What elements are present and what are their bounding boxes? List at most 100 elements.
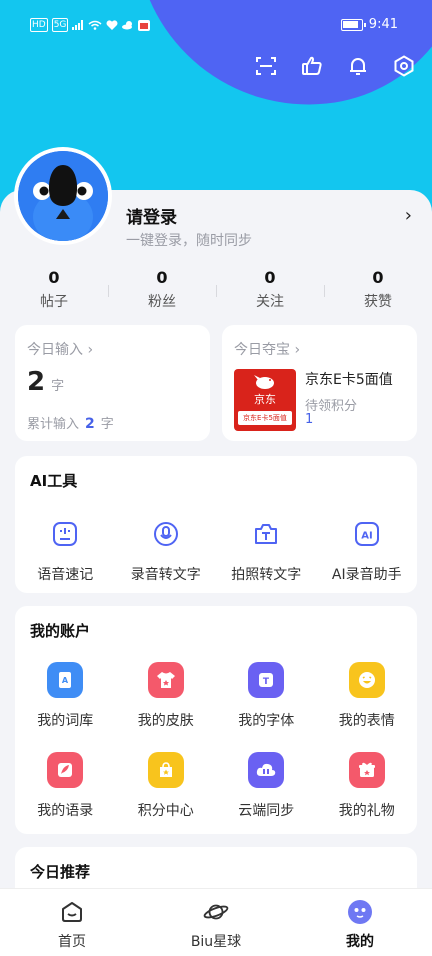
today-input-title: 今日输入 › [27,342,94,358]
points-icon [147,752,184,788]
account-cloud-sync[interactable]: 云端同步 [216,752,317,820]
tab-me[interactable]: 我的 [288,889,432,956]
login-prompt[interactable]: 请登录 [126,203,177,228]
tab-biu-planet[interactable]: Biu星球 [144,889,288,956]
gift-icon [348,752,385,788]
ai-tool-label: 拍照转文字 [231,567,302,583]
scan-icon[interactable] [254,54,278,78]
stat-following[interactable]: 0 关注 [216,268,324,318]
jd-brand: 京东 [254,393,276,406]
like-icon[interactable] [300,54,324,78]
treasure-points: 1 [305,412,314,427]
account-font[interactable]: T 我的字体 [216,662,317,730]
stat-fans[interactable]: 0 粉丝 [108,268,216,318]
lexicon-icon: A [47,662,84,698]
quotes-icon [47,752,84,788]
account-lexicon[interactable]: A 我的词库 [15,662,116,730]
ai-tool-label: 语音速记 [37,567,94,583]
account-label: 我的礼物 [338,803,395,819]
emoji-icon [348,662,385,698]
stat-label: 获赞 [364,294,392,310]
account-label: 我的皮肤 [137,713,194,729]
photo-to-text-icon [248,516,284,552]
stat-label: 粉丝 [148,294,176,310]
tab-label: Biu星球 [190,934,242,950]
account-label: 我的字体 [238,713,295,729]
ai-tool-record-to-text[interactable]: 录音转文字 [116,516,217,584]
ai-recorder-icon: AI [349,516,385,552]
account-skin[interactable]: 我的皮肤 [116,662,217,730]
recommend-title: 今日推荐 [30,863,91,881]
weather-icon [122,21,133,30]
status-time: 9:41 [368,17,398,32]
account-card: 我的账户 A 我的词库 我的皮肤 T 我的字体 我的表情 我的语录 积分中心 云… [15,606,417,834]
ai-tools-card: AI工具 语音速记 录音转文字 拍照转文字 AI AI录音助手 [15,456,417,593]
tab-home[interactable]: 首页 [0,889,144,956]
total-input-value: 2 [85,416,95,432]
stat-value: 0 [372,268,384,287]
battery-icon [340,18,366,31]
planet-icon [203,899,229,925]
signal-icon [72,20,84,30]
svg-text:T: T [263,677,270,687]
today-input-count: 2 [27,367,46,397]
ai-tool-label: 录音转文字 [130,567,201,583]
settings-icon[interactable] [392,54,416,78]
total-input-unit: 字 [100,417,114,432]
me-icon [347,899,373,925]
account-label: 积分中心 [137,803,194,819]
stat-posts[interactable]: 0 帖子 [0,268,108,318]
jd-card-image: 京东 京东E卡5面值 [234,369,296,431]
stat-value: 0 [156,268,168,287]
stat-value: 0 [48,268,60,287]
network-indicator: 5G [51,18,69,32]
account-label: 云端同步 [238,803,295,819]
chevron-right-icon[interactable]: › [405,205,412,226]
bird-mascot-icon [18,151,108,241]
jd-card-label: 京东E卡5面值 [238,411,292,425]
ai-tool-voice-note[interactable]: 语音速记 [15,516,116,584]
account-quotes[interactable]: 我的语录 [15,752,116,820]
bell-icon[interactable] [346,54,370,78]
cloud-sync-icon [248,752,285,788]
today-input-card[interactable]: 今日输入 › 2 字 累计输入 2 字 [15,325,210,441]
hd-indicator: HD [30,18,48,32]
avatar[interactable] [14,147,112,245]
tab-label: 我的 [346,934,374,950]
stat-likes[interactable]: 0 获赞 [324,268,432,318]
account-label: 我的语录 [37,803,94,819]
account-title: 我的账户 [30,622,91,640]
ai-tool-photo-to-text[interactable]: 拍照转文字 [216,516,317,584]
stat-label: 关注 [256,294,284,310]
ai-tool-ai-recorder[interactable]: AI AI录音助手 [317,516,418,584]
notification-badge-icon [138,19,151,31]
account-label: 我的表情 [338,713,395,729]
bottom-tab-bar: 首页 Biu星球 我的 [0,888,432,956]
record-to-text-icon [148,516,184,552]
heart-icon [106,20,118,30]
status-bar: HD 5G 9:41 [0,12,432,40]
font-icon: T [248,662,285,698]
treasure-product: 京东E卡5面值 [305,372,393,388]
voice-note-icon [47,516,83,552]
stats-row: 0 帖子 0 粉丝 0 关注 0 获赞 [0,268,432,318]
home-icon [59,899,85,925]
wifi-icon [88,20,102,30]
today-treasure-title: 今日夺宝 › [234,342,301,358]
login-subtitle: 一键登录，随时同步 [126,233,252,249]
stat-label: 帖子 [40,294,68,310]
skin-icon [147,662,184,698]
account-emoji[interactable]: 我的表情 [317,662,418,730]
header-actions [254,54,416,78]
today-input-unit: 字 [51,379,65,394]
today-treasure-card[interactable]: 今日夺宝 › 京东 京东E卡5面值 京东E卡5面值 待领积分 1 [222,325,417,441]
tab-label: 首页 [58,934,86,950]
account-gift[interactable]: 我的礼物 [317,752,418,820]
total-input-label: 累计输入 [27,417,80,432]
account-points[interactable]: 积分中心 [116,752,217,820]
stat-value: 0 [264,268,276,287]
ai-tool-label: AI录音助手 [331,567,402,583]
svg-text:A: A [62,676,69,685]
ai-tools-title: AI工具 [30,472,78,490]
svg-text:AI: AI [361,531,372,542]
